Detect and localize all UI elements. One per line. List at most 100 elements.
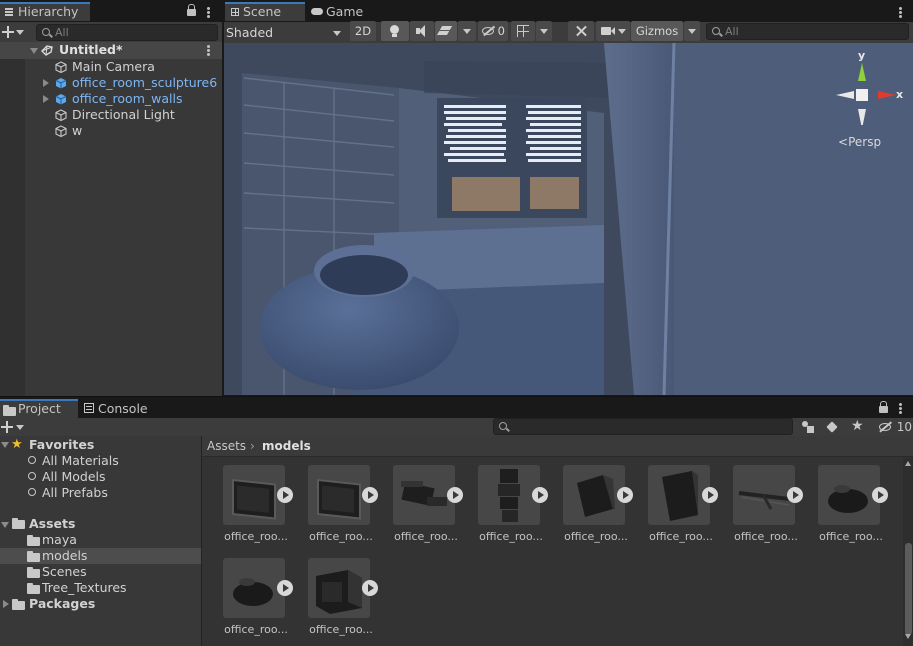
- axis-gizmo-icon[interactable]: [834, 59, 902, 125]
- project-tabbar: Project Console: [0, 396, 913, 418]
- shading-mode-dropdown[interactable]: Shaded: [226, 24, 344, 42]
- asset-label: office_roo...: [734, 530, 798, 543]
- asset-tile[interactable]: office_roo...: [308, 465, 392, 553]
- asset-folder-item[interactable]: Tree_Textures: [42, 580, 127, 596]
- play-icon[interactable]: [362, 580, 378, 596]
- lock-icon[interactable]: [879, 401, 888, 413]
- tab-hierarchy[interactable]: Hierarchy: [0, 2, 90, 21]
- grid-dropdown-button[interactable]: [536, 21, 552, 41]
- toggle-2d-button[interactable]: 2D: [350, 21, 376, 41]
- hierarchy-item[interactable]: w: [72, 123, 82, 139]
- asset-tile[interactable]: office_roo...: [478, 465, 562, 553]
- tab-game-label: Game: [326, 4, 364, 19]
- gizmos-button[interactable]: Gizmos: [631, 21, 683, 41]
- hierarchy-item[interactable]: office_room_walls: [72, 91, 182, 107]
- play-icon[interactable]: [277, 487, 293, 503]
- hidden-packages-toggle[interactable]: 10: [876, 418, 912, 436]
- project-menu-icon[interactable]: [899, 403, 902, 414]
- asset-folder-item[interactable]: Scenes: [42, 564, 87, 580]
- hidden-objects-toggle[interactable]: 0: [478, 21, 508, 41]
- scrollbar-thumb[interactable]: [905, 543, 912, 635]
- asset-scrollbar[interactable]: [903, 458, 913, 646]
- expand-arrow-icon[interactable]: [43, 79, 49, 87]
- favorites-label[interactable]: Favorites: [29, 437, 94, 453]
- asset-tile[interactable]: office_roo...: [648, 465, 732, 553]
- tools-button[interactable]: [568, 21, 594, 41]
- play-icon[interactable]: [787, 487, 803, 503]
- audio-toggle-button[interactable]: [410, 21, 434, 41]
- play-icon[interactable]: [532, 487, 548, 503]
- play-icon[interactable]: [362, 487, 378, 503]
- scene-menu-icon[interactable]: [899, 7, 902, 18]
- favorite-item[interactable]: All Materials: [42, 453, 119, 469]
- favorite-item[interactable]: All Models: [42, 469, 106, 485]
- play-icon[interactable]: [702, 487, 718, 503]
- asset-tile[interactable]: office_roo...: [733, 465, 817, 553]
- create-plus-icon[interactable]: [1, 421, 13, 433]
- create-plus-icon[interactable]: [2, 26, 14, 38]
- scene-menu-icon[interactable]: [207, 45, 210, 56]
- play-icon[interactable]: [277, 580, 293, 596]
- scene-viewport[interactable]: y x <Persp: [224, 43, 913, 395]
- scroll-down-icon[interactable]: [905, 634, 911, 639]
- hierarchy-item[interactable]: office_room_sculpture6: [72, 75, 217, 91]
- assets-label[interactable]: Assets: [29, 516, 75, 532]
- scene-search-input[interactable]: All: [706, 23, 909, 40]
- orientation-gizmo[interactable]: y x <Persp: [834, 49, 913, 159]
- asset-folder-item[interactable]: maya: [42, 532, 77, 548]
- tab-game[interactable]: Game: [308, 2, 378, 21]
- box-model-icon: [577, 475, 615, 517]
- gizmos-label: Gizmos: [635, 24, 679, 38]
- create-dropdown-caret-icon[interactable]: [16, 425, 24, 430]
- asset-tile[interactable]: office_roo...: [818, 465, 902, 553]
- filter-by-label-button[interactable]: [825, 419, 841, 435]
- projection-toggle[interactable]: <Persp: [838, 135, 881, 149]
- play-icon[interactable]: [617, 487, 633, 503]
- breadcrumb-models[interactable]: models: [262, 436, 311, 457]
- asset-tile[interactable]: office_roo...: [563, 465, 647, 553]
- play-icon[interactable]: [447, 487, 463, 503]
- asset-label: office_roo...: [819, 530, 883, 543]
- grid-snap-button[interactable]: [511, 21, 535, 41]
- scene-header-row[interactable]: Untitled*: [0, 42, 222, 59]
- favorite-star-button[interactable]: ★: [851, 418, 867, 434]
- asset-thumbnail: [223, 465, 285, 525]
- filter-by-type-button[interactable]: [799, 419, 817, 435]
- asset-tile[interactable]: office_roo...: [393, 465, 477, 553]
- sculpture-model-icon: [233, 578, 273, 606]
- favorites-expand-icon[interactable]: [1, 442, 9, 448]
- asset-label: office_roo...: [394, 530, 458, 543]
- packages-label[interactable]: Packages: [29, 596, 95, 612]
- asset-tile[interactable]: office_roo...: [223, 558, 307, 646]
- play-icon[interactable]: [872, 487, 888, 503]
- project-search-input[interactable]: [493, 418, 793, 435]
- scroll-up-icon[interactable]: [905, 461, 911, 466]
- camera-settings-button[interactable]: [596, 21, 630, 41]
- camera-icon: [601, 27, 611, 35]
- packages-expand-icon[interactable]: [3, 600, 9, 608]
- hierarchy-search-input[interactable]: All: [36, 24, 218, 41]
- asset-tile[interactable]: office_roo...: [308, 558, 392, 646]
- asset-tile[interactable]: office_roo...: [223, 465, 307, 553]
- gizmos-dropdown-button[interactable]: [684, 21, 700, 41]
- effects-dropdown-button[interactable]: [458, 21, 476, 41]
- tab-scene[interactable]: Scene: [225, 2, 305, 21]
- hierarchy-menu-icon[interactable]: [207, 7, 210, 18]
- tab-project[interactable]: Project: [0, 399, 78, 418]
- expand-arrow-icon[interactable]: [43, 95, 49, 103]
- hierarchy-item[interactable]: Main Camera: [72, 59, 155, 75]
- effects-toggle-button[interactable]: [435, 21, 457, 41]
- tab-console[interactable]: Console: [80, 399, 158, 418]
- expand-arrow-icon[interactable]: [30, 48, 38, 54]
- create-dropdown-caret-icon[interactable]: [16, 30, 24, 35]
- asset-folder-item[interactable]: models: [42, 548, 87, 564]
- lighting-toggle-button[interactable]: [381, 21, 409, 41]
- folder-icon: [12, 599, 25, 610]
- lock-icon[interactable]: [187, 4, 196, 16]
- breadcrumb-assets[interactable]: Assets: [207, 436, 246, 457]
- hierarchy-item[interactable]: Directional Light: [72, 107, 175, 123]
- favorite-item[interactable]: All Prefabs: [42, 485, 108, 501]
- assets-expand-icon[interactable]: [1, 522, 9, 528]
- asset-thumbnail: [308, 558, 370, 618]
- chevron-down-icon: [618, 29, 626, 34]
